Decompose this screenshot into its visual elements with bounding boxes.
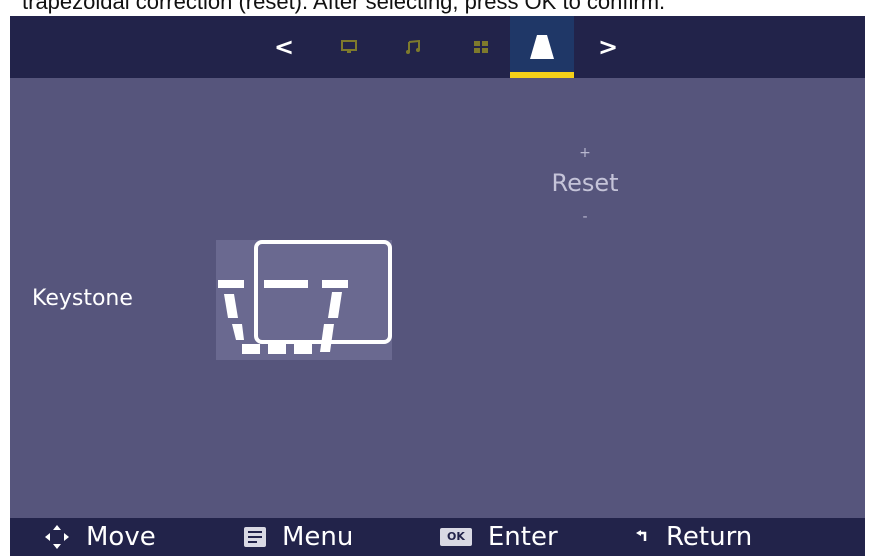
top-tab-bar: < > <box>10 16 865 78</box>
hint-return: Return <box>636 518 752 556</box>
tab-sound[interactable] <box>392 16 434 78</box>
footer-hint-bar: Move Menu OK Enter Return <box>10 518 865 556</box>
return-icon <box>636 530 650 544</box>
keystone-illustration-icon <box>216 240 392 360</box>
monitor-icon <box>341 40 357 53</box>
hint-menu: Menu <box>244 518 353 556</box>
prev-tab-button[interactable]: < <box>272 16 296 78</box>
tab-apps[interactable] <box>460 16 502 78</box>
decrease-indicator[interactable]: - <box>530 210 640 224</box>
move-arrows-icon <box>44 524 70 550</box>
grid-icon <box>474 41 488 53</box>
caption-text: trapezoidal correction (reset). After se… <box>22 0 666 14</box>
next-tab-button[interactable]: > <box>596 16 620 78</box>
osd-screen: < > + Reset - Keystone Move Menu OK Ente… <box>10 16 865 556</box>
keystone-tab-icon <box>530 35 554 59</box>
tab-keystone[interactable] <box>510 16 574 78</box>
hint-enter-label: Enter <box>487 522 558 552</box>
tab-picture[interactable] <box>328 16 370 78</box>
reset-option[interactable]: Reset <box>530 166 640 200</box>
hint-move: Move <box>44 518 156 556</box>
prev-arrow: < <box>273 33 295 61</box>
hint-menu-label: Menu <box>282 522 354 552</box>
hint-return-label: Return <box>666 522 753 552</box>
music-icon <box>406 40 420 54</box>
hint-enter: OK Enter <box>440 518 558 556</box>
ok-badge: OK <box>440 528 472 546</box>
next-arrow: > <box>597 33 619 61</box>
ok-badge-icon: OK <box>440 528 472 546</box>
caption: trapezoidal correction (reset). After se… <box>0 0 871 16</box>
active-tab-underline <box>510 72 574 78</box>
menu-icon <box>244 527 266 547</box>
increase-indicator[interactable]: + <box>530 146 640 160</box>
reset-control[interactable]: + Reset - <box>530 146 640 224</box>
keystone-label: Keystone <box>32 286 133 311</box>
hint-move-label: Move <box>86 522 156 552</box>
